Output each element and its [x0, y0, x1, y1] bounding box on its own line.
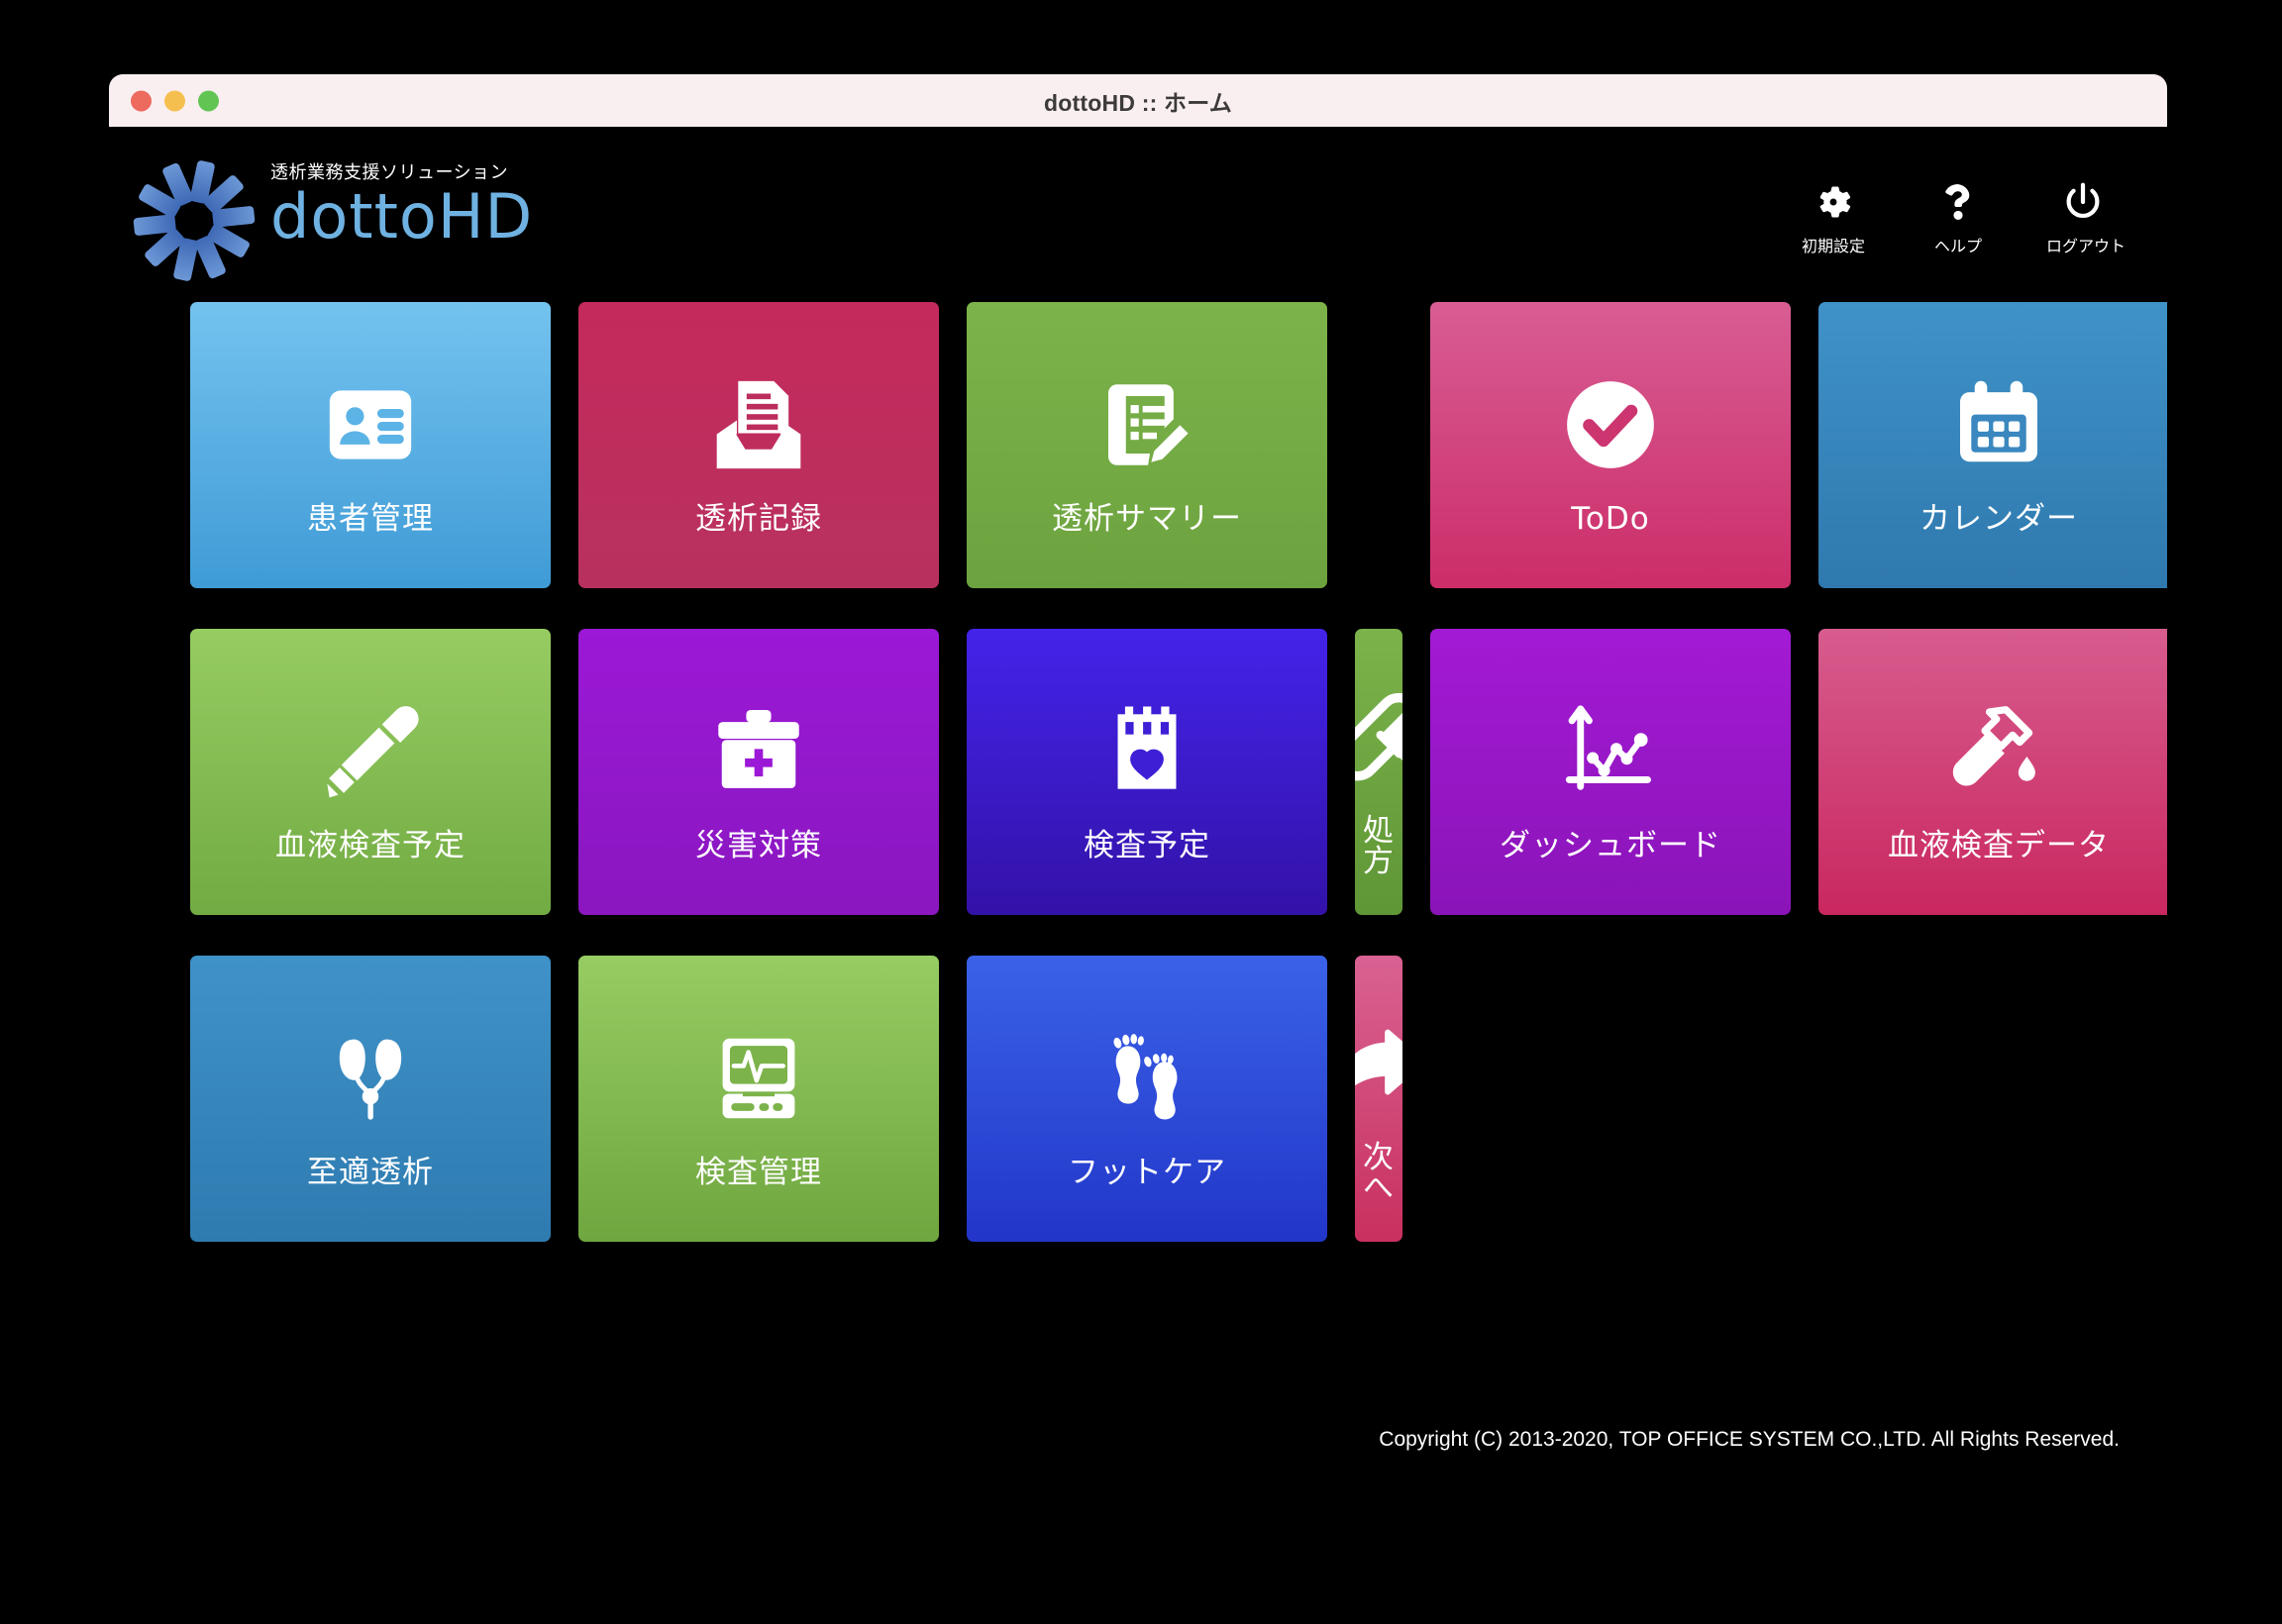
- tile-label: 処方: [1363, 812, 1395, 879]
- tile-test-tube[interactable]: 血液検査データ: [1818, 629, 2167, 915]
- app-header: 透析業務支援ソリューション dottoHD 初期設定 ヘルプ ログアウト: [109, 127, 2167, 305]
- traffic-light-buttons: [131, 90, 219, 111]
- calendar-icon: [1947, 355, 2050, 494]
- question-mark-icon: [1921, 176, 1995, 228]
- zoom-button[interactable]: [198, 90, 219, 111]
- check-circle-icon: [1555, 355, 1666, 494]
- settings-label: 初期設定: [1801, 237, 1865, 255]
- tile-id-card[interactable]: 患者管理: [190, 302, 551, 588]
- note-pencil-icon: [1095, 355, 1198, 494]
- sunburst-logo-icon: [133, 159, 256, 282]
- calendar-heart-icon: [1095, 682, 1198, 821]
- power-icon: [2046, 176, 2120, 228]
- tile-label: 血液検査予定: [275, 828, 466, 863]
- page-body: 透析業務支援ソリューション dottoHD 初期設定 ヘルプ ログアウト 患者管…: [109, 127, 2167, 1475]
- dropper-icon: [317, 682, 424, 821]
- tile-label: 患者管理: [307, 501, 434, 537]
- tile-check-circle[interactable]: ToDo: [1430, 302, 1791, 588]
- minimize-button[interactable]: [164, 90, 185, 111]
- gear-icon: [1797, 176, 1870, 228]
- tile-label: 次へ: [1363, 1139, 1395, 1206]
- tile-kidneys[interactable]: 至適透析: [190, 956, 551, 1242]
- tile-label: フットケア: [1068, 1155, 1226, 1190]
- header-actions: 初期設定 ヘルプ ログアウト: [1797, 176, 2126, 256]
- tile-calendar[interactable]: カレンダー: [1818, 302, 2167, 588]
- tile-document-tray[interactable]: 透析記録: [578, 302, 939, 588]
- logout-button[interactable]: ログアウト: [2046, 176, 2126, 256]
- test-tube-icon: [1945, 682, 2052, 821]
- monitor-ecg-icon: [707, 1009, 810, 1148]
- tile-label: ダッシュボード: [1500, 828, 1721, 863]
- tile-arrow-forward[interactable]: 次へ: [1355, 956, 1402, 1242]
- tile-calendar-heart[interactable]: 検査予定: [967, 629, 1327, 915]
- tile-footprints[interactable]: フットケア: [967, 956, 1327, 1242]
- kidneys-icon: [319, 1009, 422, 1148]
- brand-block: 透析業務支援ソリューション dottoHD: [133, 154, 534, 282]
- tile-dropper[interactable]: 血液検査予定: [190, 629, 551, 915]
- tile-label: 透析記録: [695, 501, 822, 537]
- settings-button[interactable]: 初期設定: [1797, 176, 1870, 256]
- tile-label: 検査管理: [695, 1155, 822, 1190]
- logout-label: ログアウト: [2046, 237, 2126, 255]
- tile-line-chart[interactable]: ダッシュボード: [1430, 629, 1791, 915]
- tile-monitor-ecg[interactable]: 検査管理: [578, 956, 939, 1242]
- help-label: ヘルプ: [1933, 237, 1982, 255]
- tile-label: 透析サマリー: [1052, 501, 1242, 537]
- first-aid-kit-icon: [707, 682, 810, 821]
- tile-first-aid-kit[interactable]: 災害対策: [578, 629, 939, 915]
- window-title: dottoHD :: ホーム: [1044, 89, 1232, 116]
- tile-label: 災害対策: [695, 828, 822, 863]
- tile-note-pencil[interactable]: 透析サマリー: [967, 302, 1327, 588]
- tile-label: カレンダー: [1919, 501, 2078, 537]
- grid-gap-spacer: [1355, 302, 1402, 588]
- close-button[interactable]: [131, 90, 152, 111]
- id-card-icon: [319, 355, 422, 494]
- menu-tile-grid: 患者管理 透析記録 透析サマリー ToDo カレンダー血液検査予定 災害対策 検査予定 処方 ダ…: [190, 302, 2167, 1242]
- arrow-forward-icon: [1355, 994, 1402, 1133]
- tile-label: 血液検査データ: [1888, 828, 2110, 863]
- pill-capsule-icon: [1355, 667, 1402, 806]
- copyright-text: Copyright (C) 2013-2020, TOP OFFICE SYST…: [1379, 1428, 2120, 1451]
- tile-label: 検査予定: [1084, 828, 1210, 863]
- app-window: dottoHD :: ホーム 透析業務支援ソリューション dottoHD 初期設…: [109, 74, 2167, 1475]
- document-tray-icon: [705, 355, 812, 494]
- window-titlebar: dottoHD :: ホーム: [109, 74, 2167, 127]
- footprints-icon: [1094, 1009, 1199, 1148]
- tile-label: 至適透析: [307, 1155, 434, 1190]
- help-button[interactable]: ヘルプ: [1921, 176, 1995, 256]
- line-chart-icon: [1556, 682, 1665, 821]
- tile-pill-capsule[interactable]: 処方: [1355, 629, 1402, 915]
- tile-label: ToDo: [1571, 501, 1650, 537]
- brand-wordmark: dottoHD: [270, 180, 534, 253]
